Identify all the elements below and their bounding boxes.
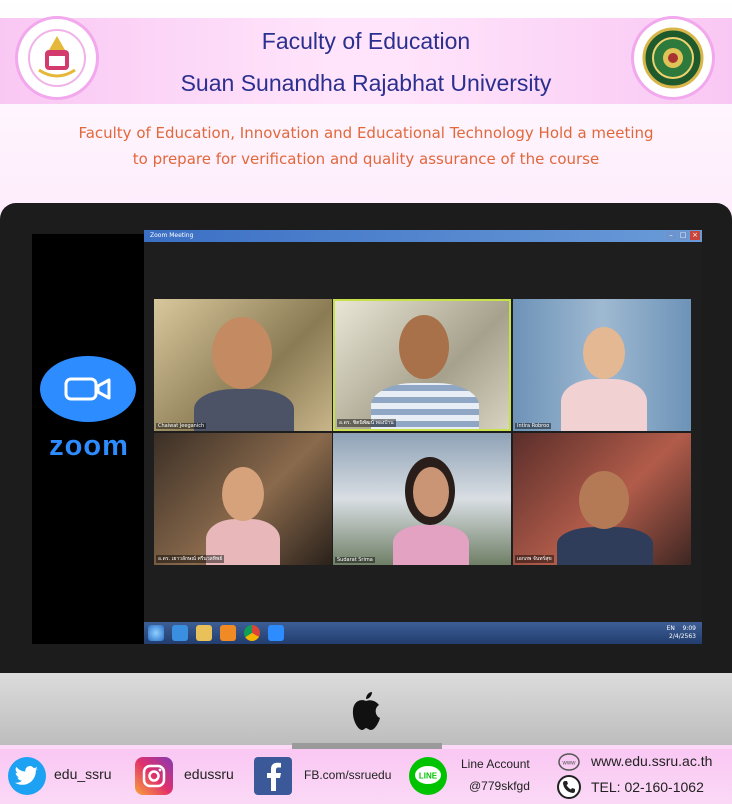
clock-time: 9:09 [682,625,696,632]
website-link[interactable]: www.edu.ssru.ac.th [591,753,712,769]
clock-date: 2/4/2563 [669,633,696,640]
windows-start-icon[interactable] [148,625,164,641]
headline-line2: to prepare for verification and quality … [132,150,600,168]
twitter-icon[interactable] [8,757,46,795]
close-button[interactable]: × [690,231,700,240]
participant-body [393,525,469,565]
globe-icon: www [557,752,581,772]
maximize-button[interactable]: □ [678,231,688,240]
facebook-link[interactable]: FB.com/ssruedu [304,768,391,782]
participant-name: Chaiwat Jeeganich [156,423,207,429]
headline-line1: Faculty of Education, Innovation and Edu… [78,124,654,142]
zoom-meeting-window[interactable]: Zoom Meeting – □ × Chaiwat Jeeganich อ.ด… [144,230,702,644]
participant-face [579,471,629,529]
page-title-line2: Suan Sunandha Rajabhat University [180,70,552,96]
instagram-icon[interactable] [135,757,173,795]
zoom-app-icon[interactable] [268,625,284,641]
window-title: Zoom Meeting [150,232,194,239]
apple-logo-icon [352,692,380,730]
folder-icon[interactable] [196,625,212,641]
participant-face [413,467,449,517]
phone-icon [557,775,581,799]
language-indicator[interactable]: EN [667,625,675,632]
phone-number[interactable]: TEL: 02-160-1062 [591,779,704,795]
zoom-camera-icon [40,356,136,422]
windows-taskbar: EN 9:09 2/4/2563 [144,622,702,644]
participant-body [561,379,647,431]
video-tile[interactable]: เอกภพ จันทร์สุข [513,433,691,565]
participant-face [212,317,272,389]
system-tray[interactable]: EN 9:09 2/4/2563 [667,625,696,641]
video-tile[interactable]: อ.ดร. เยาวลักษณ์ ศรีนวลทิพย์ [154,433,332,565]
window-titlebar[interactable]: Zoom Meeting – □ × [144,230,702,242]
video-tile[interactable]: Chaiwat Jeeganich [154,299,332,431]
participant-name: อ.ดร. เยาวลักษณ์ ศรีนวลทิพย์ [156,555,225,563]
line-icon[interactable]: LINE [409,757,447,795]
facebook-icon[interactable] [254,757,292,795]
participant-name: เอกภพ จันทร์สุข [515,555,554,563]
instagram-handle[interactable]: edussru [184,766,234,782]
participant-name: อ.ดร. ชิตนิพัฒน์ ทองบ้าน [337,419,396,427]
twitter-handle[interactable]: edu_ssru [54,766,112,782]
chrome-icon[interactable] [244,625,260,641]
video-tile-active[interactable]: อ.ดร. ชิตนิพัฒน์ ทองบ้าน [333,299,511,431]
participant-body [194,389,294,431]
participant-face [583,327,625,379]
participant-face [222,467,264,521]
svg-text:LINE: LINE [419,772,438,781]
zoom-wordmark: zoom [49,430,129,462]
video-tile[interactable]: Intira Robroo [513,299,691,431]
line-account-id[interactable]: @779skfgd [469,779,530,793]
media-icon[interactable] [220,625,236,641]
minimize-button[interactable]: – [666,231,676,240]
svg-text:www: www [562,761,577,767]
line-account-label: Line Account [461,757,530,771]
ie-icon[interactable] [172,625,188,641]
participant-name: Sudarat Srima [335,557,375,563]
page-title-line1: Faculty of Education [261,28,471,54]
participant-body [557,527,653,565]
participant-name: Intira Robroo [515,423,552,429]
participant-face [399,315,449,379]
video-tile[interactable]: Sudarat Srima [333,433,511,565]
